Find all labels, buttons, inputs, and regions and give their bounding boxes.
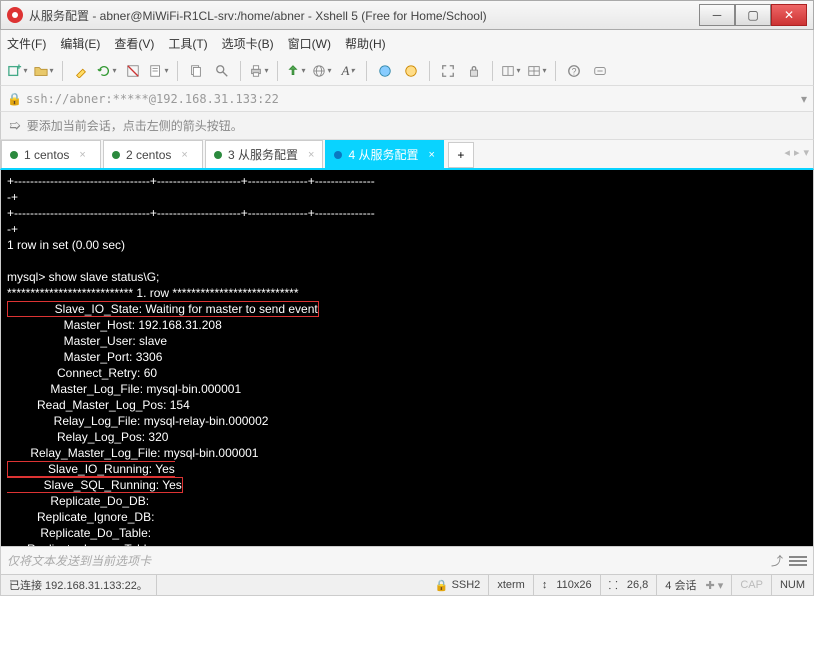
add-session-arrow-icon[interactable]: ➯: [9, 117, 21, 134]
info-text: 要添加当前会话，点击左侧的箭头按钮。: [27, 117, 243, 134]
tab-close-icon[interactable]: ×: [428, 149, 434, 161]
tab-close-icon[interactable]: ×: [181, 149, 187, 161]
highlight-slave-running: Slave_IO_Running: Yes Slave_SQL_Running:…: [7, 461, 183, 493]
app-icon: [7, 7, 23, 23]
tab-strip: 1 centos × 2 centos × 3 从服务配置 × 4 从服务配置 …: [0, 140, 814, 170]
globe-button[interactable]: [311, 60, 333, 82]
help-button[interactable]: ?: [563, 60, 585, 82]
open-button[interactable]: [33, 60, 55, 82]
address-text[interactable]: ssh://abner:*****@192.168.31.133:22: [26, 92, 797, 106]
tab-2-centos[interactable]: 2 centos ×: [103, 140, 203, 168]
maximize-button[interactable]: ▢: [735, 4, 771, 26]
status-dot-icon: [334, 151, 342, 159]
menu-file[interactable]: 文件(F): [7, 35, 46, 52]
window-title: 从服务配置 - abner@MiWiFi-R1CL-srv:/home/abne…: [29, 7, 699, 24]
titlebar: 从服务配置 - abner@MiWiFi-R1CL-srv:/home/abne…: [0, 0, 814, 30]
tab-close-icon[interactable]: ×: [308, 149, 314, 161]
close-button[interactable]: ✕: [771, 4, 807, 26]
tab-label: 2 centos: [126, 148, 171, 162]
compose-bar-button[interactable]: [589, 60, 611, 82]
tab-label: 4 从服务配置: [348, 146, 418, 163]
tab-3-slave-config[interactable]: 3 从服务配置 ×: [205, 140, 323, 168]
address-bar: 🔒 ssh://abner:*****@192.168.31.133:22 ▾: [0, 86, 814, 112]
reconnect-button[interactable]: [96, 60, 118, 82]
status-sessions: 4 会话 ✚ ▾: [657, 575, 732, 595]
menu-view[interactable]: 查看(V): [114, 35, 154, 52]
tab-label: 3 从服务配置: [228, 146, 298, 163]
send-up-icon[interactable]: ⤴: [771, 552, 783, 569]
terminal[interactable]: +----------------------------------+----…: [0, 170, 814, 546]
status-connection: 已连接 192.168.31.133:22。: [1, 575, 157, 595]
compose-menu-icon[interactable]: [789, 556, 807, 566]
address-dropdown-icon[interactable]: ▾: [801, 92, 807, 106]
compose-placeholder: 仅将文本发送到当前选项卡: [7, 552, 765, 569]
status-term: xterm: [489, 575, 534, 595]
copy-button[interactable]: [185, 60, 207, 82]
status-pos: ⸬ 26,8: [601, 575, 658, 595]
new-session-button[interactable]: [7, 60, 29, 82]
status-ssh: 🔒SSH2: [427, 575, 489, 595]
xftp-button[interactable]: [285, 60, 307, 82]
window-buttons: ─ ▢ ✕: [699, 4, 807, 26]
disconnect-button[interactable]: [122, 60, 144, 82]
toolbar-main: A ?: [0, 56, 814, 86]
highlight-button[interactable]: [70, 60, 92, 82]
tab-4-slave-config[interactable]: 4 从服务配置 ×: [325, 140, 443, 168]
print-button[interactable]: [248, 60, 270, 82]
properties-button[interactable]: [148, 60, 170, 82]
status-bar: 已连接 192.168.31.133:22。 🔒SSH2 xterm ↕ 110…: [0, 574, 814, 596]
highlight-slave-io-state: Slave_IO_State: Waiting for master to se…: [7, 301, 319, 317]
status-dot-icon: [112, 151, 120, 159]
info-bar: ➯ 要添加当前会话，点击左侧的箭头按钮。: [0, 112, 814, 140]
layout-grid-button[interactable]: [526, 60, 548, 82]
compose-bar[interactable]: 仅将文本发送到当前选项卡 ⤴: [0, 546, 814, 574]
layout-horizontal-button[interactable]: [500, 60, 522, 82]
svg-text:?: ?: [572, 66, 577, 76]
lock-button[interactable]: [463, 60, 485, 82]
color-scheme-button[interactable]: [374, 60, 396, 82]
menu-tools[interactable]: 工具(T): [168, 35, 207, 52]
menubar: 文件(F) 编辑(E) 查看(V) 工具(T) 选项卡(B) 窗口(W) 帮助(…: [0, 30, 814, 56]
menu-edit[interactable]: 编辑(E): [60, 35, 100, 52]
tab-prev-icon[interactable]: ◂: [784, 146, 790, 159]
new-tab-button[interactable]: +: [448, 142, 474, 168]
status-num: NUM: [772, 575, 813, 595]
menu-tab[interactable]: 选项卡(B): [222, 35, 274, 52]
find-button[interactable]: [211, 60, 233, 82]
font-button[interactable]: A: [337, 60, 359, 82]
tab-next-icon[interactable]: ▸: [794, 146, 800, 159]
script-button[interactable]: [400, 60, 422, 82]
tab-label: 1 centos: [24, 148, 69, 162]
tab-nav: ◂ ▸ ▾: [784, 146, 809, 159]
menu-window[interactable]: 窗口(W): [288, 35, 331, 52]
lock-icon: 🔒: [7, 92, 22, 106]
ssh-icon: 🔒: [435, 579, 449, 592]
tab-close-icon[interactable]: ×: [79, 149, 85, 161]
status-dot-icon: [214, 151, 222, 159]
status-cap: CAP: [732, 575, 772, 595]
status-dot-icon: [10, 151, 18, 159]
menu-help[interactable]: 帮助(H): [345, 35, 386, 52]
fullscreen-button[interactable]: [437, 60, 459, 82]
tab-1-centos[interactable]: 1 centos ×: [1, 140, 101, 168]
tab-list-icon[interactable]: ▾: [803, 146, 809, 159]
status-size: ↕ 110x26: [534, 575, 601, 595]
minimize-button[interactable]: ─: [699, 4, 735, 26]
